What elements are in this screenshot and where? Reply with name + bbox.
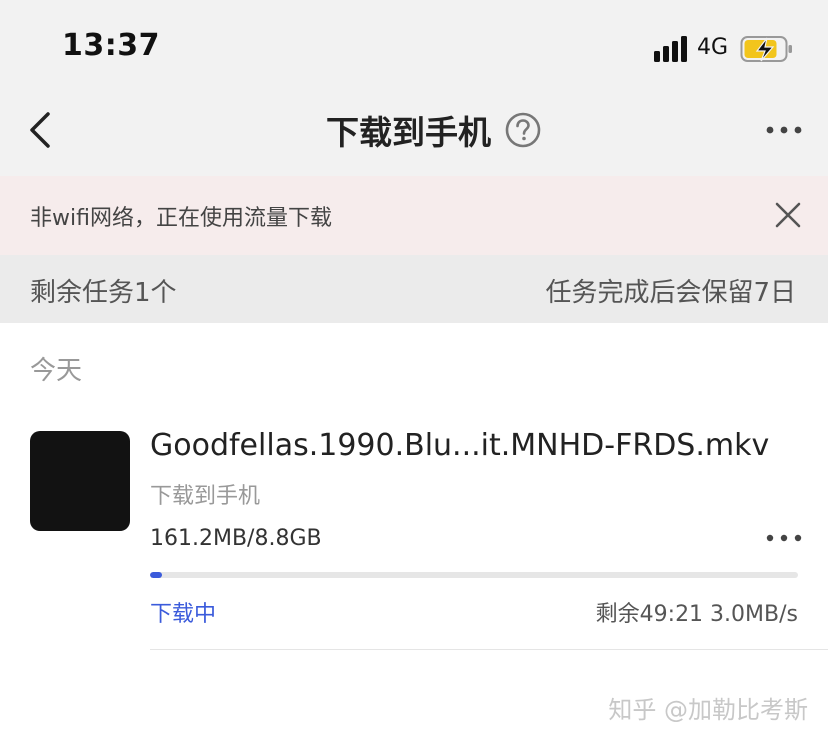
- section-header-today: 今天: [30, 356, 83, 386]
- nav-bar: 下载到手机: [0, 96, 828, 176]
- time-and-speed: 剩余49:21 3.0MB/s: [595, 602, 798, 627]
- download-status[interactable]: 下载中: [150, 596, 216, 628]
- download-progress-fill: [150, 572, 162, 578]
- battery-charging-icon: [740, 36, 792, 62]
- retention-note: 任务完成后会保留7日: [545, 278, 796, 308]
- mobile-data-warning-banner: 非wifi网络，正在使用流量下载: [0, 176, 828, 255]
- network-type: 4G: [697, 35, 729, 60]
- task-summary-bar: 剩余任务1个 任务完成后会保留7日: [0, 255, 828, 323]
- status-time: 13:37: [62, 28, 160, 63]
- file-size: 161.2MB/8.8GB: [150, 526, 322, 551]
- more-horizontal-icon[interactable]: [764, 532, 804, 544]
- chevron-left-icon[interactable]: [26, 110, 56, 150]
- warning-text: 非wifi网络，正在使用流量下载: [30, 206, 332, 231]
- watermark: 知乎 @加勒比考斯: [608, 696, 808, 724]
- page-title-group: 下载到手机: [326, 108, 541, 152]
- page-title: 下载到手机: [326, 113, 491, 152]
- more-horizontal-icon[interactable]: [764, 124, 804, 136]
- file-name[interactable]: Goodfellas.1990.Blu...it.MNHD-FRDS.mkv: [150, 428, 769, 463]
- row-divider: [150, 649, 828, 650]
- status-bar: 13:37 4G: [0, 0, 828, 96]
- file-destination: 下载到手机: [150, 484, 261, 509]
- signal-icon: [654, 36, 687, 62]
- file-thumbnail[interactable]: [30, 431, 130, 531]
- close-icon[interactable]: [774, 201, 802, 229]
- question-circle-icon[interactable]: [505, 112, 541, 148]
- remaining-tasks: 剩余任务1个: [30, 278, 177, 308]
- download-progress-bar: [150, 572, 798, 578]
